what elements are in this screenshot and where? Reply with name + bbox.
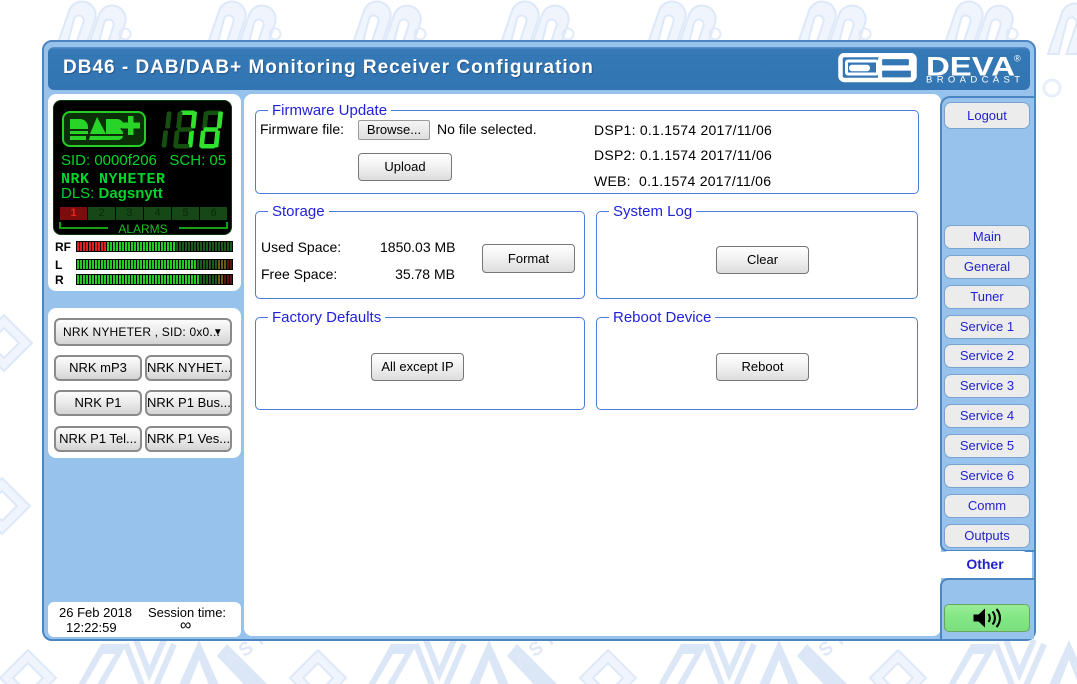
svg-text:ALARMS: ALARMS	[118, 222, 167, 235]
svg-text:®: ®	[1014, 54, 1021, 64]
svg-text:BROADCAST: BROADCAST	[926, 75, 1020, 86]
